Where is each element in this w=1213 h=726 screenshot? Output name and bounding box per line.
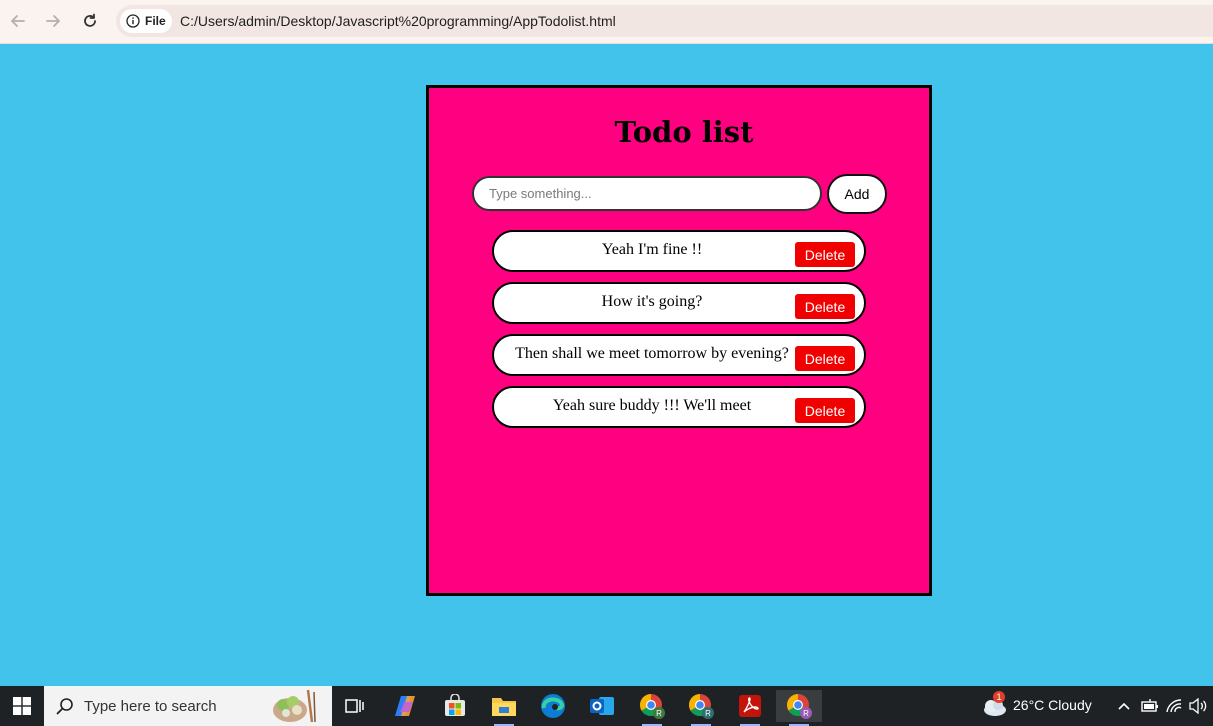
- delete-button[interactable]: Delete: [795, 294, 855, 319]
- delete-button[interactable]: Delete: [795, 398, 855, 423]
- page-title: Todo list: [614, 115, 754, 149]
- reload-icon: [84, 13, 96, 27]
- windows-logo-icon: [13, 697, 31, 715]
- taskbar: Type here to search R R R 1 26°C Cloudy: [0, 686, 1213, 726]
- task-view-icon: [345, 699, 364, 713]
- volume-icon[interactable]: [1188, 698, 1208, 714]
- outlook-button[interactable]: [582, 690, 622, 722]
- edge-icon: [541, 694, 565, 718]
- store-button[interactable]: [435, 690, 475, 722]
- reload-button[interactable]: [77, 8, 103, 34]
- acrobat-button[interactable]: [730, 690, 770, 726]
- chrome-profile-icon: R: [787, 694, 812, 719]
- svg-text:R: R: [803, 709, 809, 718]
- task-view-button[interactable]: [335, 690, 375, 722]
- add-button[interactable]: Add: [827, 174, 887, 214]
- copilot-button[interactable]: [386, 690, 426, 722]
- search-placeholder: Type here to search: [84, 697, 217, 715]
- chrome-profile-icon: R: [640, 694, 665, 719]
- url-text[interactable]: C:/Users/admin/Desktop/Javascript%20prog…: [180, 13, 616, 29]
- edge-button[interactable]: [533, 690, 573, 722]
- store-icon: [445, 694, 465, 716]
- arrow-right-icon: [46, 15, 60, 27]
- todo-input[interactable]: [472, 176, 822, 211]
- forward-button[interactable]: [40, 8, 66, 34]
- acrobat-icon: [739, 695, 761, 717]
- back-button[interactable]: [5, 8, 31, 34]
- svg-text:R: R: [656, 709, 662, 718]
- svg-text:R: R: [705, 709, 711, 718]
- weather-widget-icon-wrap[interactable]: 1: [980, 691, 1008, 720]
- todo-text: Yeah I'm fine !!: [601, 241, 703, 258]
- file-explorer-icon: [492, 698, 516, 716]
- chrome-profile-button[interactable]: R: [632, 690, 672, 726]
- wifi-icon[interactable]: [1165, 698, 1183, 714]
- todo-list: Yeah I'm fine !! Delete How it's going? …: [492, 230, 867, 438]
- todo-item: Yeah sure buddy !!! We'll meet Delete: [492, 386, 866, 428]
- battery-icon[interactable]: [1141, 699, 1159, 713]
- delete-button[interactable]: Delete: [795, 346, 855, 371]
- arrow-left-icon: [11, 15, 25, 27]
- start-button[interactable]: [0, 686, 44, 726]
- todo-item: Then shall we meet tomorrow by evening? …: [492, 334, 866, 376]
- search-highlight-image: [273, 689, 316, 723]
- search-icon: [56, 698, 73, 715]
- todo-item: How it's going? Delete: [492, 282, 866, 324]
- taskbar-search-box[interactable]: Type here to search: [44, 686, 332, 726]
- chrome-profile-icon: R: [689, 694, 714, 719]
- site-info-chip[interactable]: File: [120, 9, 172, 33]
- copilot-icon: [395, 696, 415, 716]
- file-explorer-button[interactable]: [484, 690, 524, 726]
- todo-app-card: Todo list Add Yeah I'm fine !! Delete Ho…: [426, 85, 932, 596]
- chevron-up-icon[interactable]: [1117, 700, 1131, 712]
- todo-text: Yeah sure buddy !!! We'll meet: [552, 397, 752, 414]
- delete-button[interactable]: Delete: [795, 242, 855, 267]
- outlook-icon: [590, 697, 614, 715]
- site-chip-label: File: [145, 14, 166, 28]
- info-icon: [126, 14, 140, 28]
- weather-text[interactable]: 26°C Cloudy: [1013, 697, 1092, 713]
- todo-text: How it's going?: [601, 293, 703, 310]
- address-bar[interactable]: File C:/Users/admin/Desktop/Javascript%2…: [116, 5, 1213, 37]
- chrome-profile-button[interactable]: R: [681, 690, 721, 726]
- browser-toolbar: File C:/Users/admin/Desktop/Javascript%2…: [0, 0, 1213, 44]
- todo-item: Yeah I'm fine !! Delete: [492, 230, 866, 272]
- weather-badge: 1: [993, 691, 1005, 703]
- todo-text: Then shall we meet tomorrow by evening?: [515, 345, 789, 362]
- chrome-profile-button[interactable]: R: [776, 690, 822, 726]
